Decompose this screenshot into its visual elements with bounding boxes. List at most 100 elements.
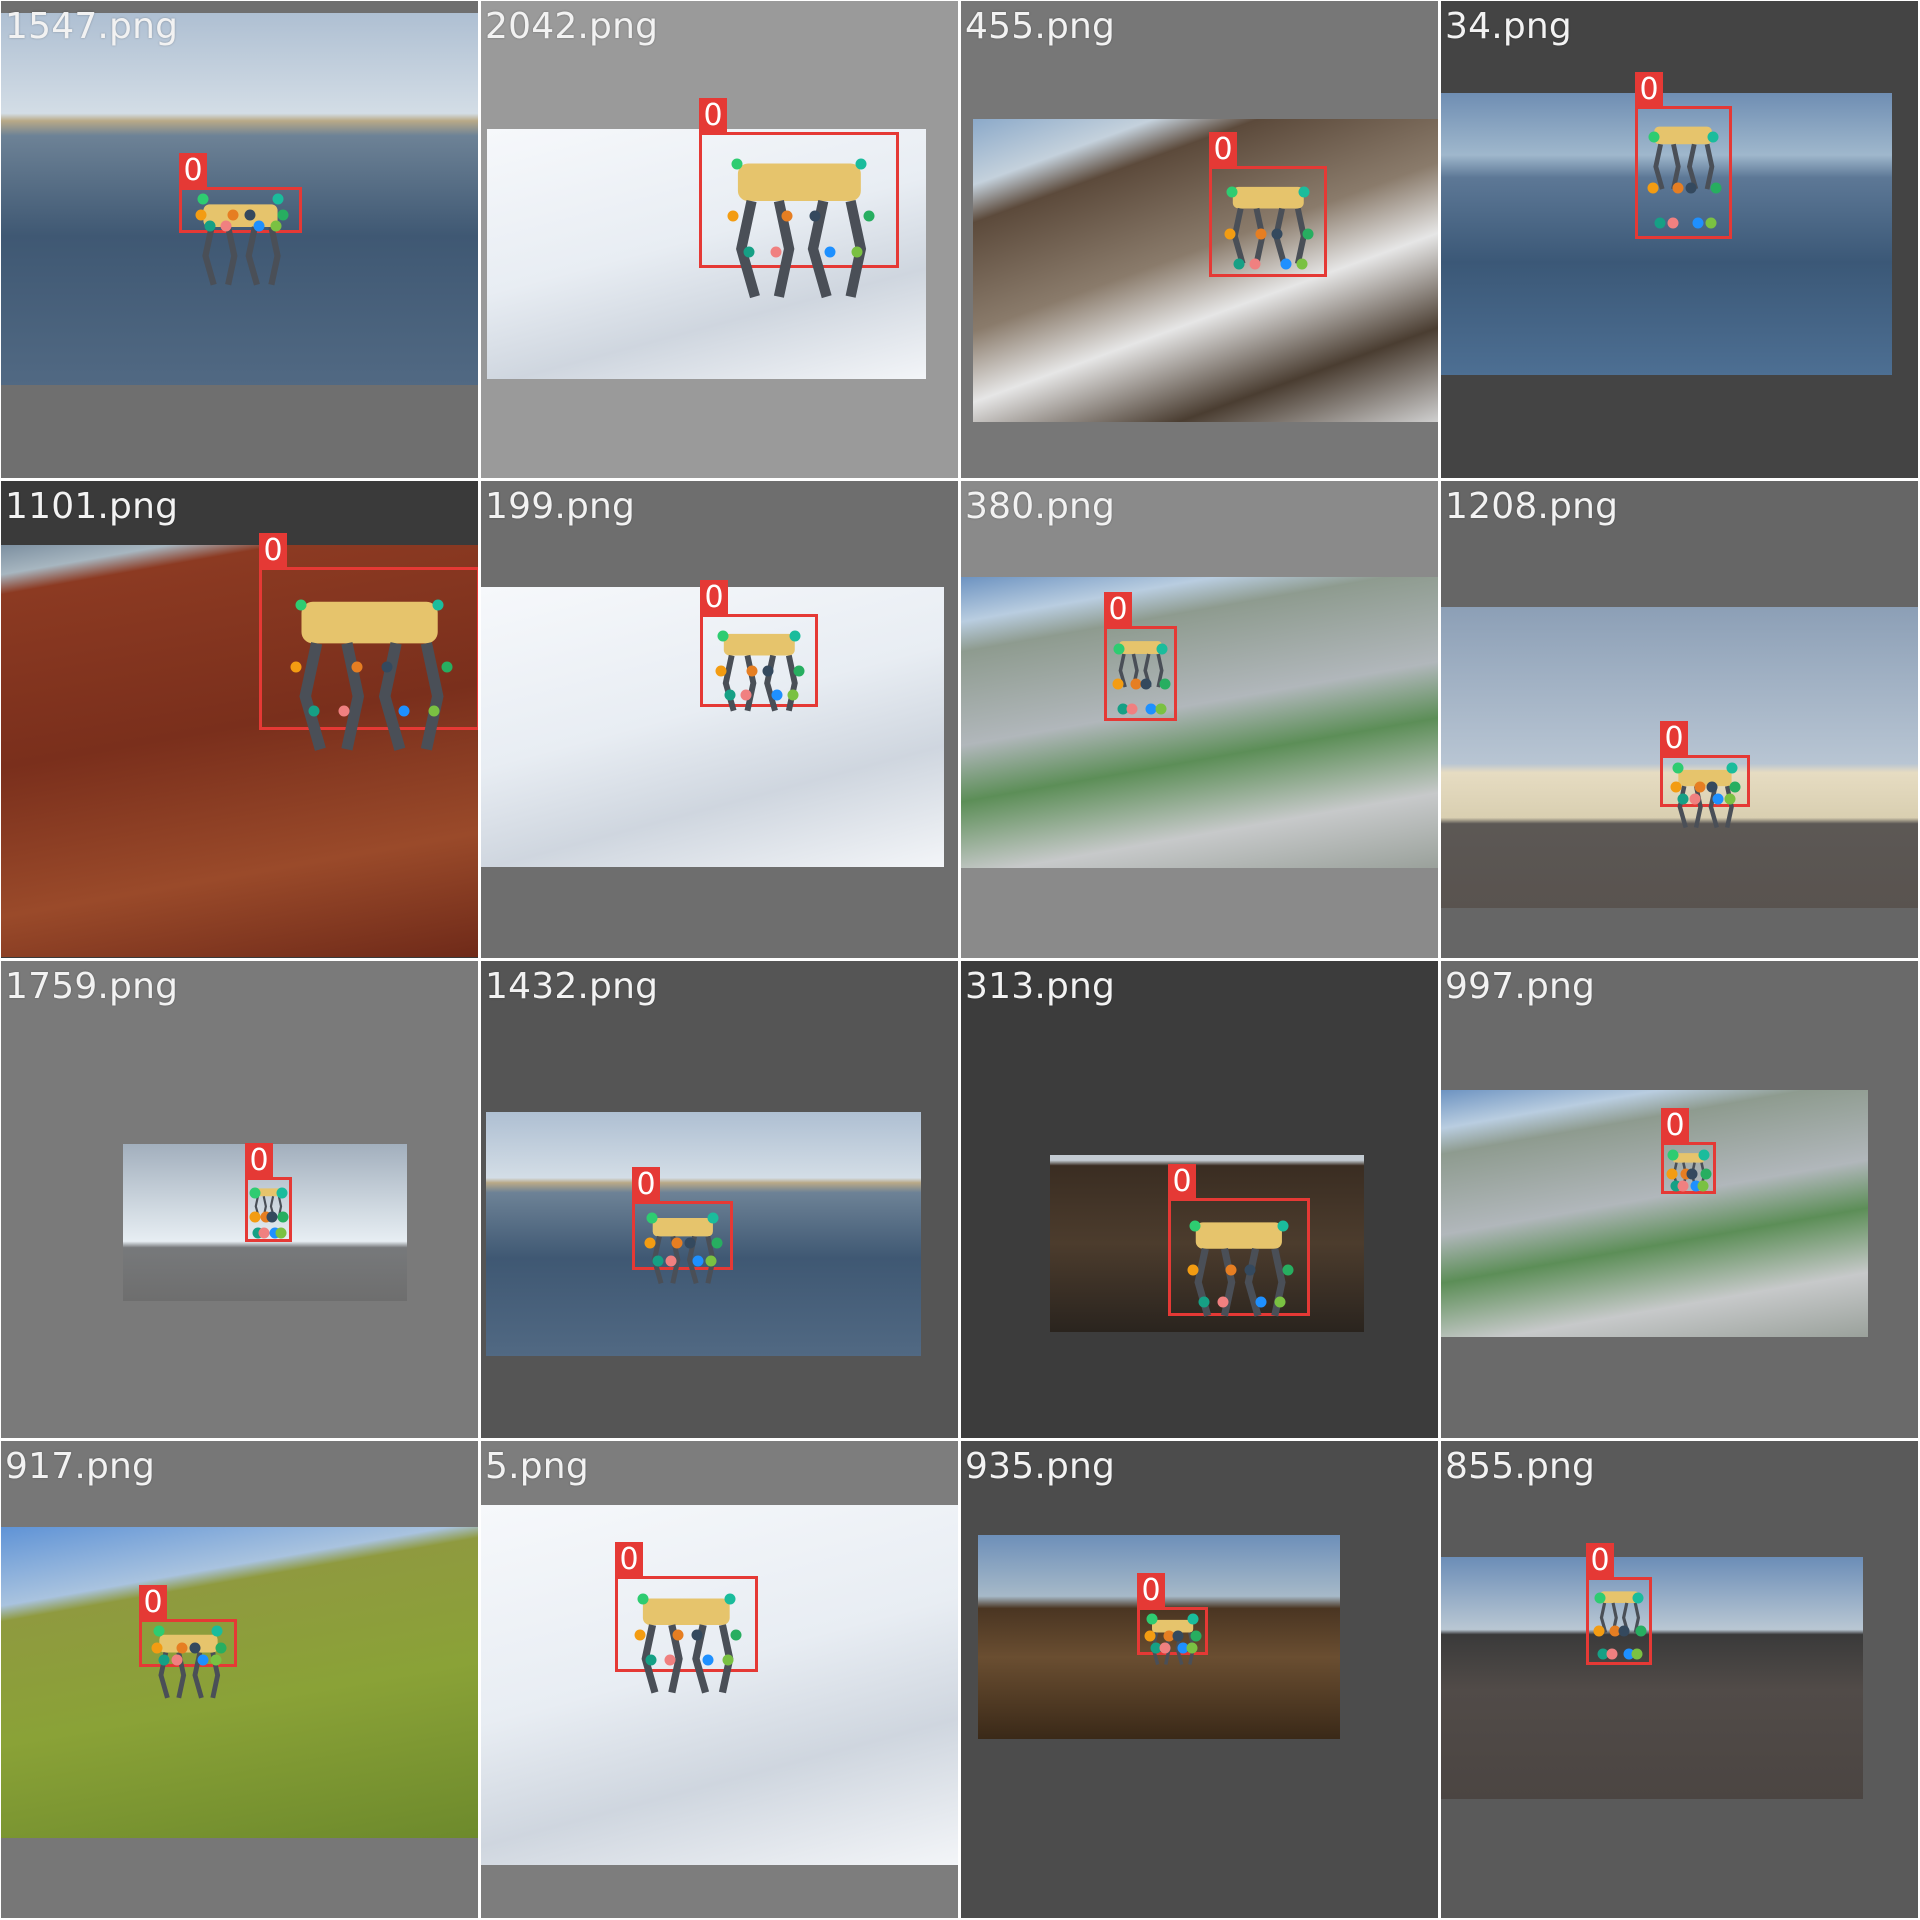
keypoint-dot [637, 1593, 649, 1605]
class-label: 0 [615, 1542, 643, 1577]
image-tile[interactable]: 0 935.png [961, 1441, 1438, 1918]
keypoint-dot [1187, 1264, 1199, 1276]
keypoint-dot [1606, 1648, 1618, 1660]
keypoint-dot [762, 665, 774, 677]
scene-image [1441, 1090, 1868, 1337]
keypoint-dot [1280, 258, 1292, 269]
keypoint-dot [740, 689, 752, 701]
detection-box: 0 [1635, 72, 1732, 239]
image-tile[interactable]: 0 2042.png [481, 1, 958, 478]
keypoint-dot [824, 246, 836, 258]
keypoint-dot [789, 630, 801, 642]
image-tile[interactable]: 0 1547.png [1, 1, 478, 478]
keypoint-dot [1296, 258, 1308, 269]
image-tile[interactable]: 0 34.png [1441, 1, 1918, 478]
filename-label: 313.png [965, 966, 1116, 1007]
keypoint-dot [215, 1642, 227, 1654]
keypoint-dot [1698, 1149, 1710, 1161]
keypoint-dot [1672, 182, 1684, 194]
keypoint-dot [711, 1237, 723, 1249]
keypoint-dot [1226, 186, 1238, 198]
keypoint-dot [724, 1593, 736, 1605]
keypoint-dot [1707, 131, 1719, 143]
class-label: 0 [179, 153, 207, 188]
scene-image [1441, 1557, 1863, 1799]
keypoint-dot [1249, 258, 1261, 269]
class-label: 0 [1104, 592, 1132, 627]
image-tile[interactable]: 0 380.png [961, 481, 1438, 958]
keypoint-dot [1710, 182, 1722, 194]
image-tile[interactable]: 0 997.png [1441, 961, 1918, 1438]
keypoint-dot [158, 1654, 170, 1666]
detection-box: 0 [1661, 1108, 1716, 1194]
keypoint-dot [171, 1654, 183, 1666]
keypoint-dot [189, 1642, 201, 1654]
keypoint-dot [1697, 1180, 1709, 1192]
keypoint-dot [1666, 1168, 1678, 1180]
keypoint-dot [1712, 793, 1724, 805]
image-tile[interactable]: 0 855.png [1441, 1441, 1918, 1918]
robot-dog [202, 204, 281, 286]
keypoint-dot [1685, 182, 1697, 194]
keypoint-dot [338, 705, 350, 717]
keypoint-dot [1159, 678, 1171, 690]
keypoint-dot [1632, 1592, 1644, 1604]
detection-box: 0 [1137, 1573, 1208, 1665]
filename-label: 1101.png [5, 486, 179, 527]
keypoint-dot [1672, 762, 1684, 774]
keypoint-dot [272, 193, 284, 205]
keypoint-dot [1635, 1625, 1647, 1637]
detection-box: 0 [139, 1585, 237, 1699]
keypoint-dot [1224, 228, 1236, 240]
keypoint-dot [1631, 1648, 1643, 1660]
image-tile[interactable]: 0 1101.png [1, 481, 478, 958]
keypoint-dot [1686, 1168, 1698, 1180]
keypoint-dot [1677, 1180, 1689, 1192]
keypoint-dot [1302, 228, 1314, 240]
keypoint-dot [351, 661, 363, 673]
keypoint-dot [1705, 217, 1717, 229]
filename-label: 455.png [965, 6, 1116, 47]
keypoint-dot [1729, 781, 1741, 793]
keypoint-dot [1225, 1264, 1237, 1276]
image-tile[interactable]: 0 199.png [481, 481, 958, 958]
keypoint-dot [645, 1654, 657, 1666]
keypoint-dot [1594, 1592, 1606, 1604]
keypoint-dot [1282, 1264, 1294, 1276]
image-tile[interactable]: 0 1759.png [1, 961, 478, 1438]
keypoint-dot [1159, 1642, 1171, 1654]
filename-label: 199.png [485, 486, 636, 527]
keypoint-dot [210, 1654, 222, 1666]
class-label: 0 [632, 1167, 660, 1202]
keypoint-dot [398, 705, 410, 717]
image-tile[interactable]: 0 313.png [961, 961, 1438, 1438]
keypoint-dot [290, 661, 302, 673]
keypoint-dot [381, 661, 393, 673]
image-tile[interactable]: 0 917.png [1, 1441, 478, 1918]
image-tile[interactable]: 0 1208.png [1441, 481, 1918, 958]
detection-box: 0 [1104, 592, 1177, 721]
keypoint-dot [1187, 1613, 1199, 1625]
image-tile[interactable]: 0 5.png [481, 1441, 958, 1918]
keypoint-dot [730, 1629, 742, 1641]
keypoint-dot [1670, 781, 1682, 793]
detection-box: 0 [1168, 1164, 1310, 1317]
keypoint-dot [1724, 793, 1736, 805]
keypoint-dot [863, 210, 875, 222]
keypoint-dot [787, 689, 799, 701]
image-tile[interactable]: 0 1432.png [481, 961, 958, 1438]
image-tile[interactable]: 0 455.png [961, 1, 1438, 478]
keypoint-dot [1186, 1642, 1198, 1654]
filename-label: 917.png [5, 1446, 156, 1487]
detection-box: 0 [245, 1143, 292, 1242]
scene-image [961, 577, 1438, 868]
keypoint-dot [1146, 1613, 1158, 1625]
keypoint-dot [809, 210, 821, 222]
scene-image [1, 1527, 478, 1838]
keypoint-dot [308, 705, 320, 717]
keypoint-dot [1706, 781, 1718, 793]
keypoint-dot [151, 1642, 163, 1654]
keypoint-dot [1654, 217, 1666, 229]
keypoint-dot [249, 1211, 261, 1223]
keypoint-dot [258, 1227, 270, 1239]
